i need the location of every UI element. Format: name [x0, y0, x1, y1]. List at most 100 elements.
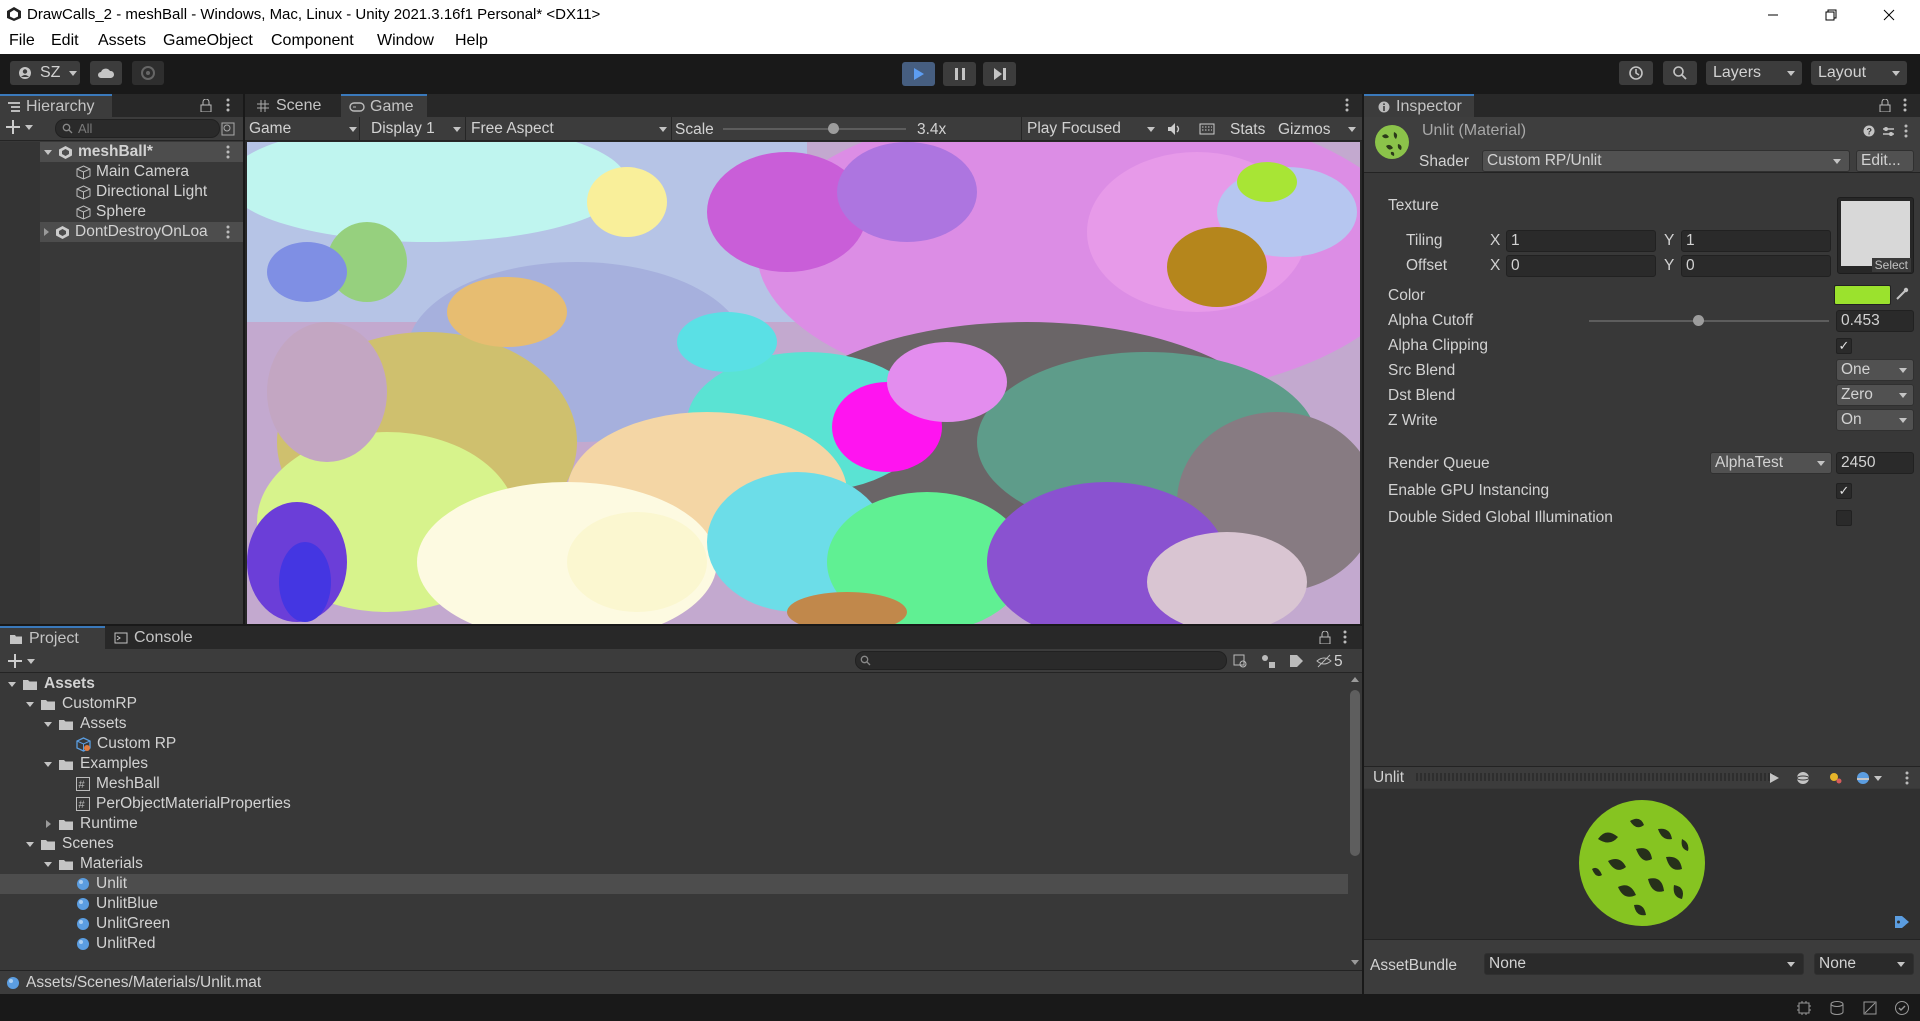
- chevron-down-icon[interactable]: [44, 761, 52, 767]
- account-dropdown[interactable]: SZ: [10, 61, 80, 85]
- sphere-mesh-icon[interactable]: [1796, 771, 1810, 785]
- assetbundle-variant-dropdown[interactable]: None: [1814, 953, 1914, 975]
- hidden-packages-icon[interactable]: [1316, 654, 1332, 669]
- cache-server-icon[interactable]: [1829, 1000, 1845, 1016]
- assetbundle-dropdown[interactable]: None: [1484, 953, 1804, 975]
- tab-scene[interactable]: Scene: [245, 94, 341, 117]
- render-queue-dropdown[interactable]: AlphaTest: [1710, 452, 1832, 474]
- project-tree-item[interactable]: Runtime: [44, 814, 138, 834]
- more-icon[interactable]: [226, 225, 230, 239]
- speaker-icon[interactable]: [1167, 122, 1183, 136]
- project-search[interactable]: [855, 651, 1227, 670]
- layout-dropdown[interactable]: Layout: [1811, 61, 1907, 85]
- alpha-cutoff-field[interactable]: 0.453: [1836, 310, 1914, 332]
- layers-dropdown[interactable]: Layers: [1706, 61, 1802, 85]
- tiling-y-field[interactable]: 1: [1681, 230, 1831, 252]
- more-icon[interactable]: [1343, 630, 1347, 644]
- help-icon[interactable]: ?: [1863, 125, 1875, 137]
- more-icon[interactable]: [226, 98, 230, 112]
- project-tree-item[interactable]: # PerObjectMaterialProperties: [62, 794, 291, 814]
- menu-file[interactable]: File: [9, 32, 35, 50]
- lock-icon[interactable]: [1319, 631, 1331, 644]
- preview-drag-handle[interactable]: [1416, 773, 1776, 781]
- search-button[interactable]: [1663, 61, 1697, 85]
- hierarchy-item-dontdestroy[interactable]: DontDestroyOnLoa: [44, 222, 208, 242]
- tab-project[interactable]: Project: [0, 626, 105, 649]
- lock-icon[interactable]: [200, 99, 212, 112]
- project-tree-item[interactable]: Materials: [44, 854, 143, 874]
- progress-check-icon[interactable]: [1894, 1000, 1910, 1016]
- hierarchy-scene-item[interactable]: meshBall*: [44, 142, 153, 162]
- edit-shader-button[interactable]: Edit...: [1856, 150, 1914, 172]
- create-button[interactable]: [6, 120, 33, 134]
- texture-slot[interactable]: Select: [1837, 197, 1914, 274]
- skybox-icon[interactable]: [1856, 771, 1870, 785]
- cpu-icon[interactable]: [1796, 1000, 1812, 1016]
- offset-y-field[interactable]: 0: [1681, 255, 1831, 277]
- project-tree-item[interactable]: Assets: [8, 674, 95, 694]
- aspect-dropdown[interactable]: Free Aspect: [471, 119, 667, 139]
- dst-blend-dropdown[interactable]: Zero: [1836, 384, 1914, 406]
- texture-select-button[interactable]: Select: [1871, 258, 1911, 272]
- scrollbar-thumb[interactable]: [1350, 690, 1360, 856]
- hierarchy-item-sphere[interactable]: Sphere: [76, 202, 146, 222]
- chevron-down-icon[interactable]: [1874, 776, 1882, 781]
- search-by-type-icon[interactable]: [1233, 654, 1248, 669]
- collab-button[interactable]: [132, 61, 164, 85]
- project-tree-item[interactable]: Scenes: [26, 834, 114, 854]
- preset-icon[interactable]: [1882, 125, 1895, 138]
- close-button[interactable]: [1860, 0, 1918, 29]
- hierarchy-item-main-camera[interactable]: Main Camera: [76, 162, 189, 182]
- project-tree-item[interactable]: Assets: [44, 714, 127, 734]
- chevron-down-icon[interactable]: [26, 701, 34, 707]
- hierarchy-item-directional-light[interactable]: Directional Light: [76, 182, 207, 202]
- chevron-down-icon[interactable]: [44, 721, 52, 727]
- create-asset-button[interactable]: [8, 654, 35, 668]
- scroll-down-icon[interactable]: [1351, 960, 1359, 965]
- tab-console[interactable]: Console: [105, 626, 215, 649]
- game-render[interactable]: [247, 142, 1360, 624]
- src-blend-dropdown[interactable]: One: [1836, 359, 1914, 381]
- play-button[interactable]: [902, 62, 935, 86]
- scene-visibility-icon[interactable]: [221, 122, 235, 136]
- pause-button[interactable]: [943, 62, 976, 86]
- display-dropdown[interactable]: Display 1: [371, 119, 461, 139]
- project-tree-item[interactable]: CustomRP: [26, 694, 137, 714]
- tiling-x-field[interactable]: 1: [1506, 230, 1656, 252]
- menu-help[interactable]: Help: [455, 32, 488, 50]
- history-button[interactable]: [1619, 61, 1653, 85]
- keyboard-icon[interactable]: [1199, 122, 1215, 136]
- chevron-down-icon[interactable]: [44, 861, 52, 867]
- shader-dropdown[interactable]: Custom RP/Unlit: [1482, 150, 1850, 172]
- gpu-instancing-checkbox[interactable]: ✓: [1836, 483, 1852, 499]
- lock-icon[interactable]: [1879, 99, 1891, 112]
- more-icon[interactable]: [1903, 98, 1907, 112]
- play-icon[interactable]: [1768, 772, 1780, 784]
- eyedropper-icon[interactable]: [1895, 287, 1909, 301]
- menu-gameobject[interactable]: GameObject: [163, 32, 253, 50]
- double-sided-gi-checkbox[interactable]: [1836, 510, 1852, 526]
- light-icon[interactable]: [1828, 771, 1842, 785]
- filter-by-label-icon[interactable]: [1289, 654, 1304, 669]
- offset-x-field[interactable]: 0: [1506, 255, 1656, 277]
- more-icon[interactable]: [1904, 124, 1908, 138]
- step-button[interactable]: [983, 62, 1016, 86]
- tab-inspector[interactable]: Inspector: [1364, 94, 1474, 117]
- alpha-clipping-checkbox[interactable]: ✓: [1836, 338, 1852, 354]
- hierarchy-search[interactable]: All: [55, 119, 220, 138]
- alpha-cutoff-thumb[interactable]: [1693, 315, 1704, 326]
- game-view-type-dropdown[interactable]: Game: [249, 119, 357, 139]
- cloud-button[interactable]: [90, 61, 122, 85]
- scale-slider-thumb[interactable]: [827, 123, 839, 134]
- scale-slider[interactable]: [723, 123, 906, 134]
- alpha-cutoff-slider[interactable]: [1589, 315, 1829, 326]
- menu-window[interactable]: Window: [377, 32, 434, 50]
- chevron-down-icon[interactable]: [26, 841, 34, 847]
- tab-hierarchy[interactable]: Hierarchy: [0, 94, 112, 117]
- scroll-up-icon[interactable]: [1351, 677, 1359, 682]
- tab-game[interactable]: Game: [341, 94, 427, 117]
- project-tree-item[interactable]: UnlitBlue: [62, 894, 158, 914]
- render-queue-field[interactable]: 2450: [1836, 452, 1914, 474]
- minimize-button[interactable]: [1744, 0, 1802, 29]
- filter-by-type-icon[interactable]: [1261, 654, 1276, 669]
